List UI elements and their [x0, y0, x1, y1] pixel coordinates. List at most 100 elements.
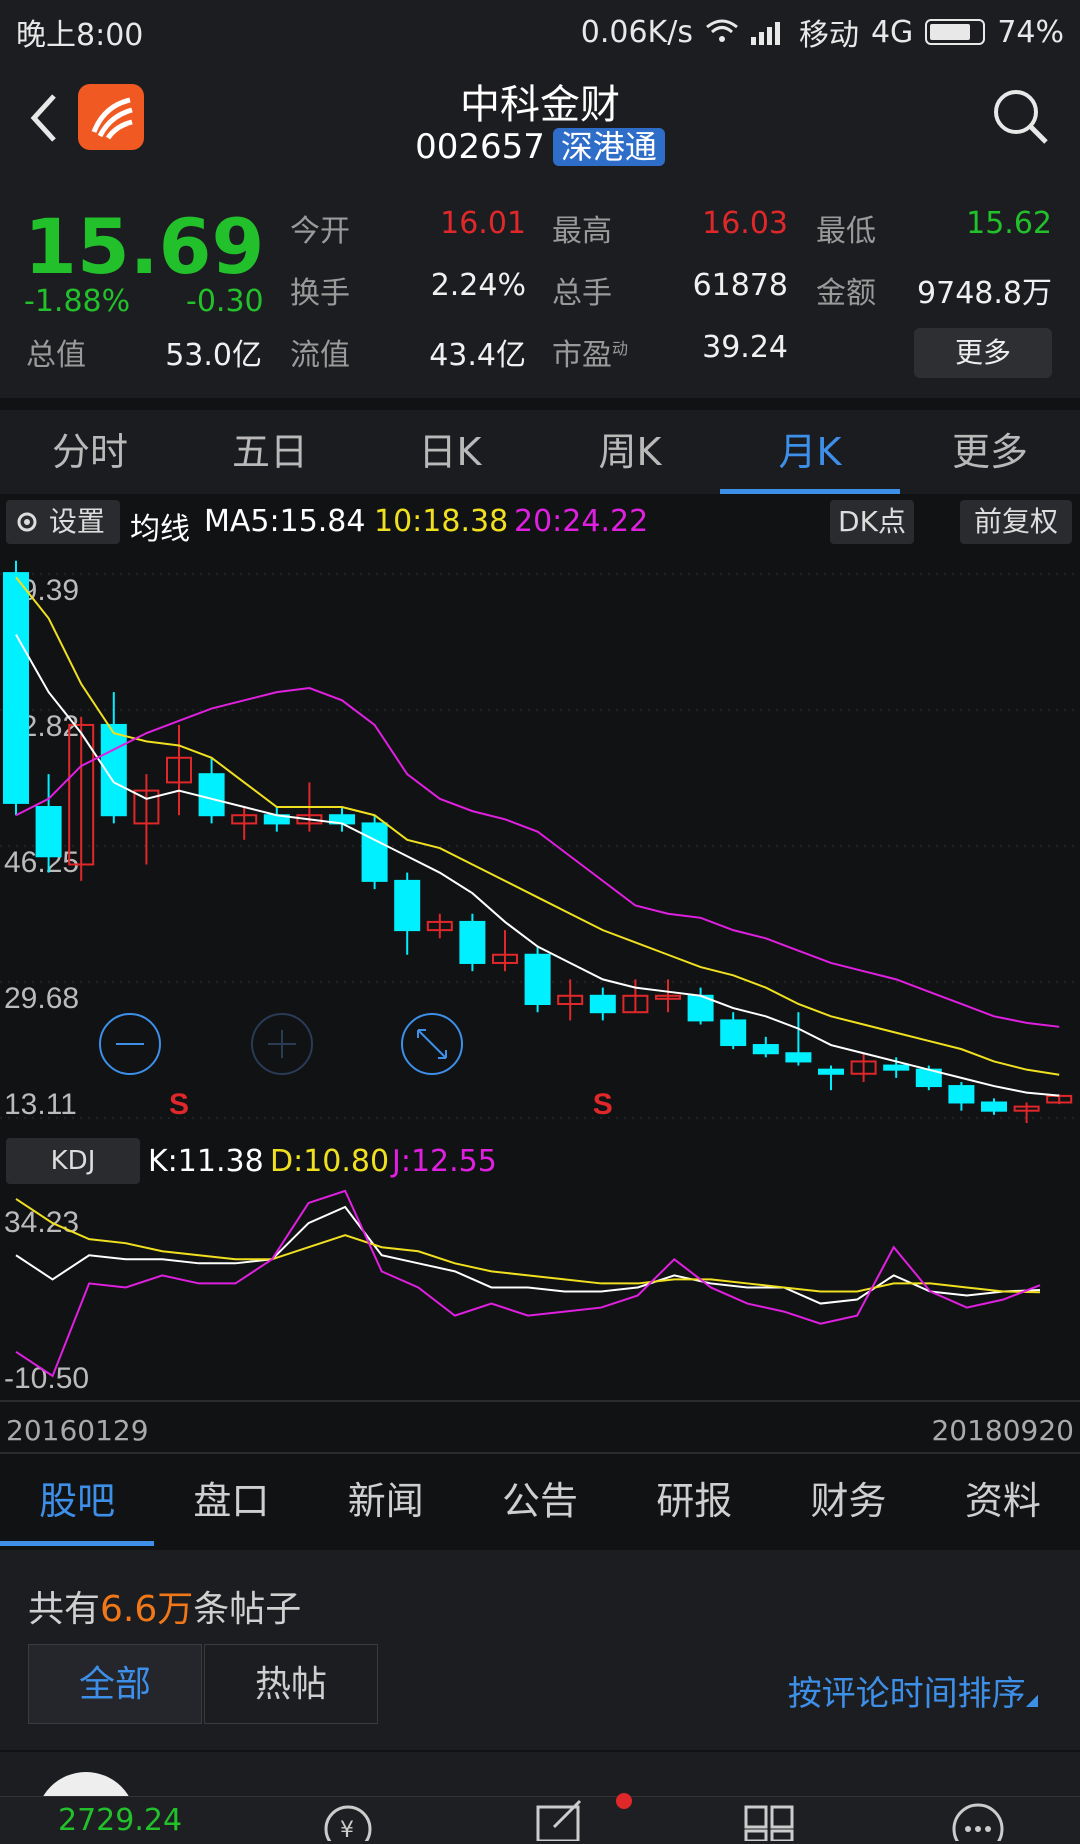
candle-body: [720, 1019, 747, 1047]
y-tick-label: 13.11: [4, 1088, 77, 1121]
tab-section-6[interactable]: 资料: [926, 1456, 1080, 1546]
ma-label: 均线: [130, 512, 190, 547]
battery-icon: [925, 19, 986, 45]
open-label: 今开: [290, 214, 350, 249]
tab-period-3[interactable]: 周K: [540, 410, 720, 494]
low-value: 15.62: [966, 206, 1052, 241]
status-time: 晚上8:00: [16, 18, 144, 53]
gear-icon: [17, 512, 37, 532]
amount-value: 9748.8万: [917, 276, 1052, 311]
open-value: 16.01: [440, 206, 526, 241]
turnover-label: 换手: [290, 276, 350, 311]
tab-period-1[interactable]: 五日: [180, 410, 360, 494]
volume-value: 61878: [692, 268, 788, 303]
ma10-value: 10:18.38: [374, 504, 509, 539]
ma5-line: [15, 634, 1060, 1097]
sort-label: 按评论时间排序: [787, 1674, 1026, 1714]
zoom-out-icon[interactable]: [99, 1013, 161, 1075]
tab-period-2[interactable]: 日K: [360, 410, 540, 494]
kdj-button[interactable]: KDJ: [6, 1138, 140, 1184]
kdj-d-line: [15, 1198, 1041, 1294]
tab-section-3[interactable]: 公告: [463, 1456, 617, 1546]
change-percent: -1.88%: [24, 284, 131, 319]
dk-point-button[interactable]: DK点: [830, 500, 914, 544]
tab-section-1[interactable]: 盘口: [154, 1456, 308, 1546]
posts-panel: 共有6.6万条帖子 全部 热帖 按评论时间排序◢: [0, 1550, 1080, 1750]
tab-section-5[interactable]: 财务: [771, 1456, 925, 1546]
candle-body: [948, 1085, 975, 1104]
network-type: 4G: [870, 14, 914, 50]
float-value-label: 流值: [290, 338, 350, 373]
settings-button[interactable]: 设置: [6, 500, 120, 544]
more-quote-button[interactable]: 更多: [914, 328, 1052, 378]
pe-dynamic-mark: 动: [612, 339, 629, 358]
candle-body: [818, 1068, 844, 1075]
notification-dot: [616, 1793, 632, 1809]
compose-icon[interactable]: [534, 1799, 594, 1841]
kdj-k-value: K:11.38: [148, 1144, 264, 1179]
status-bar: 晚上8:00 0.06K/s 移动 4G 74%: [0, 0, 1080, 58]
candle-body: [981, 1101, 1007, 1112]
kline-chart[interactable]: 79.3962.8246.2529.6813.11 S S: [0, 548, 1080, 1132]
high-label: 最高: [552, 214, 612, 249]
date-range: 20160129 20180920: [0, 1400, 1080, 1454]
index-value[interactable]: 2729.24: [58, 1803, 182, 1838]
candle-body: [3, 572, 29, 804]
candle-body: [198, 773, 225, 817]
ma5-value: MA5:15.84: [204, 504, 366, 539]
battery-percent: 74%: [997, 14, 1064, 50]
sell-marker: S: [593, 1088, 613, 1121]
y-tick-label: 29.68: [4, 982, 79, 1015]
sort-triangle-icon: ◢: [1025, 1690, 1038, 1709]
kdj-k-line: [15, 1205, 1041, 1305]
change-amount: -0.30: [186, 284, 264, 319]
candle-body: [394, 879, 421, 932]
kdj-bar: KDJ K:11.38 D:10.80 J:12.55: [0, 1134, 1080, 1188]
current-price: 15.69: [24, 202, 265, 291]
connect-tag: 深港通: [552, 128, 665, 166]
turnover-value: 2.24%: [430, 268, 526, 303]
zoom-in-icon[interactable]: [251, 1013, 313, 1075]
pe-value: 39.24: [702, 330, 788, 365]
candle-body: [883, 1064, 910, 1071]
candle-body: [35, 806, 62, 858]
kdj-chart[interactable]: 34.23 -10.50: [0, 1188, 1080, 1400]
candle-body: [524, 953, 551, 1005]
start-date: 20160129: [6, 1414, 149, 1447]
ma-bar: 设置 均线 MA5:15.84 10:18.38 20:24.22 DK点 前复…: [0, 494, 1080, 548]
total-value: 53.0亿: [165, 338, 262, 373]
end-date: 20180920: [931, 1414, 1074, 1447]
pe-label: 市盈动: [552, 338, 629, 373]
fullscreen-icon[interactable]: [401, 1013, 463, 1075]
low-label: 最低: [816, 214, 876, 249]
tab-period-5[interactable]: 更多: [900, 410, 1080, 494]
section-tabs: 股吧 盘口 新闻 公告 研报 财务 资料: [0, 1456, 1080, 1546]
settings-label: 设置: [48, 505, 105, 538]
candle-body: [459, 920, 486, 964]
ma20-value: 20:24.22: [514, 504, 649, 539]
filter-all-button[interactable]: 全部: [28, 1644, 202, 1724]
tab-period-0[interactable]: 分时: [0, 410, 180, 494]
sort-dropdown[interactable]: 按评论时间排序◢: [788, 1666, 1038, 1715]
stock-code-line: 002657 深港通: [0, 122, 1080, 168]
bottom-toolbar: 2729.24 ¥: [0, 1793, 1080, 1844]
candle-body: [589, 994, 616, 1014]
kdj-j-value: J:12.55: [392, 1144, 497, 1179]
filter-hot-button[interactable]: 热帖: [204, 1644, 378, 1724]
total-value-label: 总值: [26, 338, 86, 373]
grid-icon[interactable]: [744, 1801, 796, 1841]
amount-label: 金额: [816, 276, 876, 311]
search-icon[interactable]: [990, 86, 1050, 146]
stock-header: 中科金财 002657 深港通: [0, 58, 1080, 180]
more-options-icon[interactable]: [950, 1801, 1006, 1841]
tab-section-0[interactable]: 股吧: [0, 1456, 155, 1546]
kdj-tick-label: 34.23: [4, 1206, 79, 1239]
tab-section-2[interactable]: 新闻: [309, 1456, 463, 1546]
post-count: 共有6.6万条帖子: [28, 1589, 302, 1630]
adjust-button[interactable]: 前复权: [960, 500, 1072, 544]
kdj-d-value: D:10.80: [270, 1144, 390, 1179]
carrier: 移动: [798, 18, 859, 53]
tab-period-4[interactable]: 月K: [720, 410, 900, 494]
tab-section-4[interactable]: 研报: [617, 1456, 771, 1546]
trade-icon[interactable]: ¥: [320, 1801, 376, 1841]
